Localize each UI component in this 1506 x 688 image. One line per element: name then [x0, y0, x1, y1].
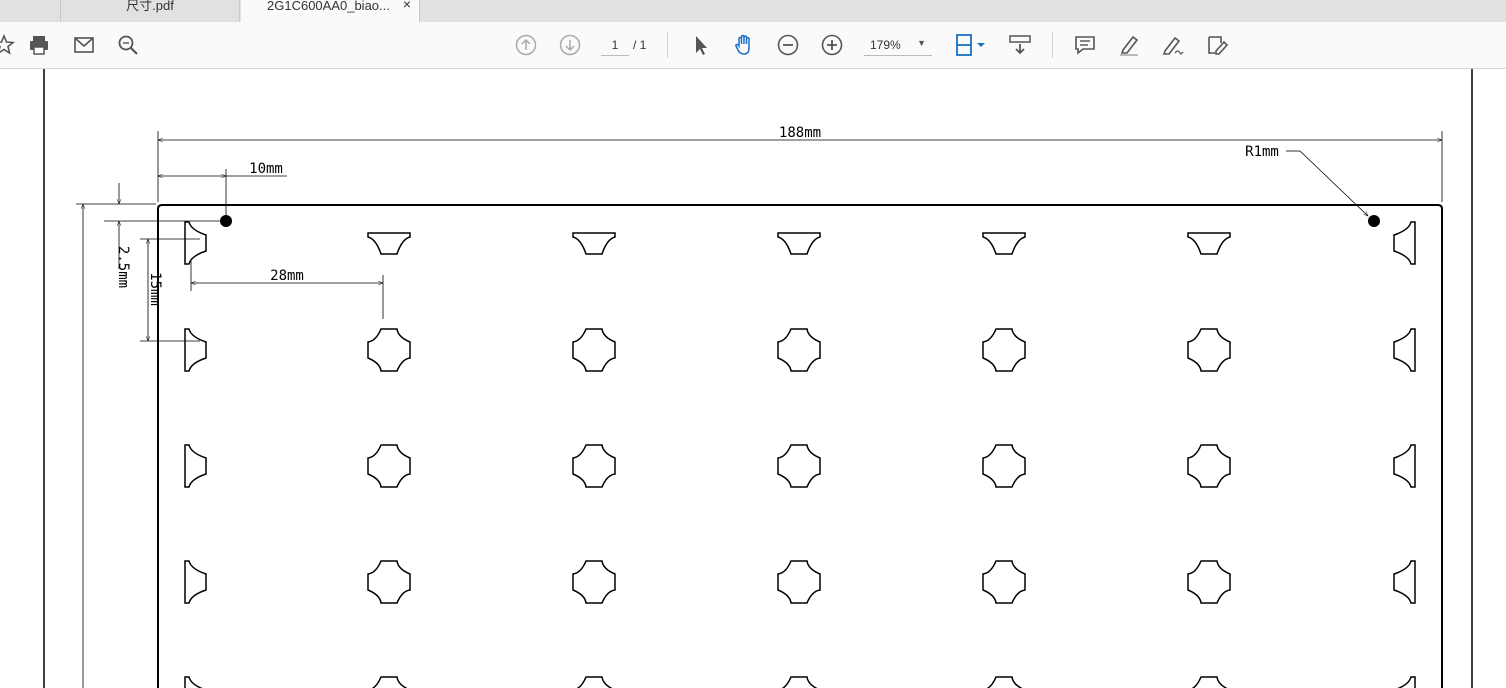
- cutout-top: [572, 232, 616, 255]
- leader-line-radius: [1299, 150, 1369, 217]
- select-cursor-icon[interactable]: [686, 31, 714, 59]
- print-icon[interactable]: [25, 31, 53, 59]
- search-zoom-icon[interactable]: [114, 31, 142, 59]
- technical-drawing: 188mm 10mm R1mm 2.5mm 15mm 28mm: [43, 69, 1473, 688]
- dimension-label-width: 188mm: [779, 125, 821, 141]
- close-tab-icon[interactable]: ×: [403, 0, 411, 11]
- dimension-label-radius: R1mm: [1245, 144, 1279, 160]
- cutout-top: [982, 232, 1026, 255]
- scroll-mode-icon[interactable]: [1006, 31, 1034, 59]
- toolbar-divider: [1052, 32, 1053, 58]
- corner-dot: [220, 215, 232, 227]
- cutout-edge-top-left: [184, 221, 207, 265]
- dimension-label-margin: 10mm: [249, 161, 283, 177]
- cutout-edge-top-right: [1393, 221, 1416, 265]
- chevron-down-icon: ▼: [917, 38, 926, 48]
- document-viewer[interactable]: 188mm 10mm R1mm 2.5mm 15mm 28mm: [0, 69, 1506, 688]
- corner-dot: [1368, 215, 1380, 227]
- dimension-label-row-pitch: 15mm: [147, 272, 163, 306]
- plate-outline: [157, 204, 1443, 688]
- cutout-row: [184, 676, 1416, 688]
- cutout-row: [184, 328, 1416, 372]
- zoom-select[interactable]: 179% ▼: [864, 34, 932, 56]
- dimension-label-offset: 2.5mm: [115, 246, 131, 288]
- cutout-top: [367, 232, 411, 255]
- email-icon[interactable]: [70, 31, 98, 59]
- page-number-input[interactable]: [601, 35, 629, 56]
- toolbar: / 1 179% ▼: [0, 22, 1506, 69]
- zoom-value: 179%: [870, 38, 901, 52]
- highlight-icon[interactable]: [1115, 31, 1143, 59]
- bookmark-star-icon[interactable]: [0, 31, 18, 59]
- toolbar-divider: [667, 32, 668, 58]
- dimension-label-pitch: 28mm: [270, 268, 304, 284]
- tab-document-2[interactable]: 2G1C600AA0_biao... ×: [241, 0, 420, 23]
- cutout-top: [777, 232, 821, 255]
- zoom-in-icon[interactable]: [818, 31, 846, 59]
- cutout-row: [184, 444, 1416, 488]
- zoom-out-icon[interactable]: [774, 31, 802, 59]
- page-total-label: / 1: [633, 38, 647, 52]
- cutout-row: [184, 560, 1416, 604]
- tab-label: 2G1C600AA0_biao...: [267, 0, 390, 13]
- tab-document-1[interactable]: 尺寸.pdf: [60, 0, 240, 22]
- cutout-top: [1187, 232, 1231, 255]
- hand-tool-icon[interactable]: [730, 31, 758, 59]
- prev-page-icon[interactable]: [512, 31, 540, 59]
- tab-bar: 尺寸.pdf 2G1C600AA0_biao... ×: [0, 0, 1506, 23]
- comment-icon[interactable]: [1071, 31, 1099, 59]
- sign-icon[interactable]: [1159, 31, 1187, 59]
- fit-page-icon[interactable]: [950, 31, 990, 59]
- fill-sign-icon[interactable]: [1203, 31, 1231, 59]
- tab-label: 尺寸.pdf: [126, 0, 174, 13]
- next-page-icon[interactable]: [556, 31, 584, 59]
